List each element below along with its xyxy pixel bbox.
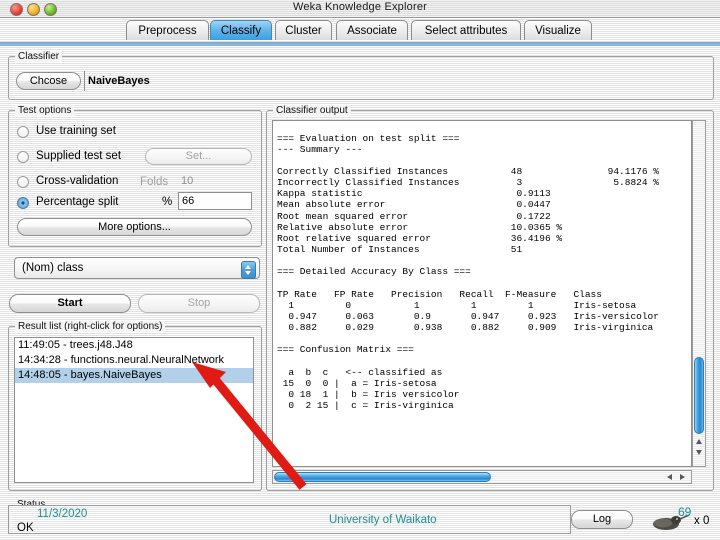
radio-supplied-test-set[interactable] [17,151,29,163]
start-button[interactable]: Start [9,294,131,313]
more-options-button[interactable]: More options... [17,218,252,236]
output-vertical-scroll-thumb[interactable] [694,357,704,434]
classifier-output-group-title: Classifier output [273,105,351,116]
tab-underline [0,42,720,46]
tab-cluster[interactable]: Cluster [275,20,332,40]
status-institution: University of Waikato [329,514,437,526]
tab-visualize[interactable]: Visualize [524,20,592,40]
list-item[interactable]: 11:49:05 - trees.j48.J48 [15,338,253,353]
tab-bar: Preprocess Classify Cluster Associate Se… [0,17,720,44]
scroll-down-arrow-icon[interactable] [696,450,702,455]
classifier-output-text: === Evaluation on test split === --- Sum… [277,132,659,412]
class-attribute-value: (Nom) class [22,262,84,274]
output-vertical-scrollbar[interactable] [692,120,706,467]
chevron-updown-icon[interactable] [241,261,256,279]
output-horizontal-scrollbar[interactable] [272,470,692,484]
title-bar: Weka Knowledge Explorer [0,0,720,18]
label-folds: Folds [140,176,169,188]
classifier-name-field[interactable]: NaiveBayes [84,71,704,91]
scroll-up-arrow-icon[interactable] [696,439,702,444]
tab-select-attributes[interactable]: Select attributes [411,20,521,40]
classifier-group-title: Classifier [15,51,63,62]
radio-percentage-split[interactable] [17,197,29,209]
label-cross-validation: Cross-validation [36,175,119,187]
tab-preprocess[interactable]: Preprocess [126,20,209,40]
classifier-output-pane[interactable]: === Evaluation on test split === --- Sum… [272,120,692,467]
radio-use-training-set[interactable] [17,126,29,138]
output-horizontal-scroll-thumb[interactable] [274,472,491,482]
tab-associate[interactable]: Associate [336,20,408,40]
status-date: 11/3/2020 [37,508,88,520]
folds-input[interactable]: 10 [178,172,252,189]
bird-count: 69 [678,505,692,519]
status-box: 11/3/2020 OK University of Waikato [8,505,571,534]
scroll-left-arrow-icon[interactable] [667,474,672,480]
choose-button[interactable]: Chcose [16,72,81,90]
list-item[interactable]: 14:48:05 - bayes.NaiveBayes [15,368,253,383]
task-count: x 0 [694,515,710,527]
tab-classify[interactable]: Classify [210,20,272,40]
radio-cross-validation[interactable] [17,176,29,188]
weka-explorer-window: Weka Knowledge Explorer Preprocess Class… [0,0,720,540]
label-percentage-split: Percentage split [36,196,119,208]
list-item[interactable]: 14:34:28 - functions.neural.NeuralNetwor… [15,353,253,368]
set-button[interactable]: Set... [145,148,252,165]
log-button[interactable]: Log [571,510,633,529]
label-percent-sign: % [162,196,173,208]
result-list[interactable]: 11:49:05 - trees.j48.J48 14:34:28 - func… [14,337,254,483]
test-options-group-title: Test options [15,105,75,116]
percentage-split-input[interactable]: 66 [178,192,252,210]
label-supplied-test-set: Supplied test set [36,150,122,162]
status-state: OK [17,522,34,534]
label-use-training-set: Use training set [36,125,116,137]
class-attribute-combo[interactable]: (Nom) class [14,257,260,279]
stop-button[interactable]: Stop [138,294,260,313]
window-title: Weka Knowledge Explorer [292,1,428,13]
result-list-group-title: Result list (right-click for options) [15,321,166,332]
scroll-right-arrow-icon[interactable] [680,474,685,480]
